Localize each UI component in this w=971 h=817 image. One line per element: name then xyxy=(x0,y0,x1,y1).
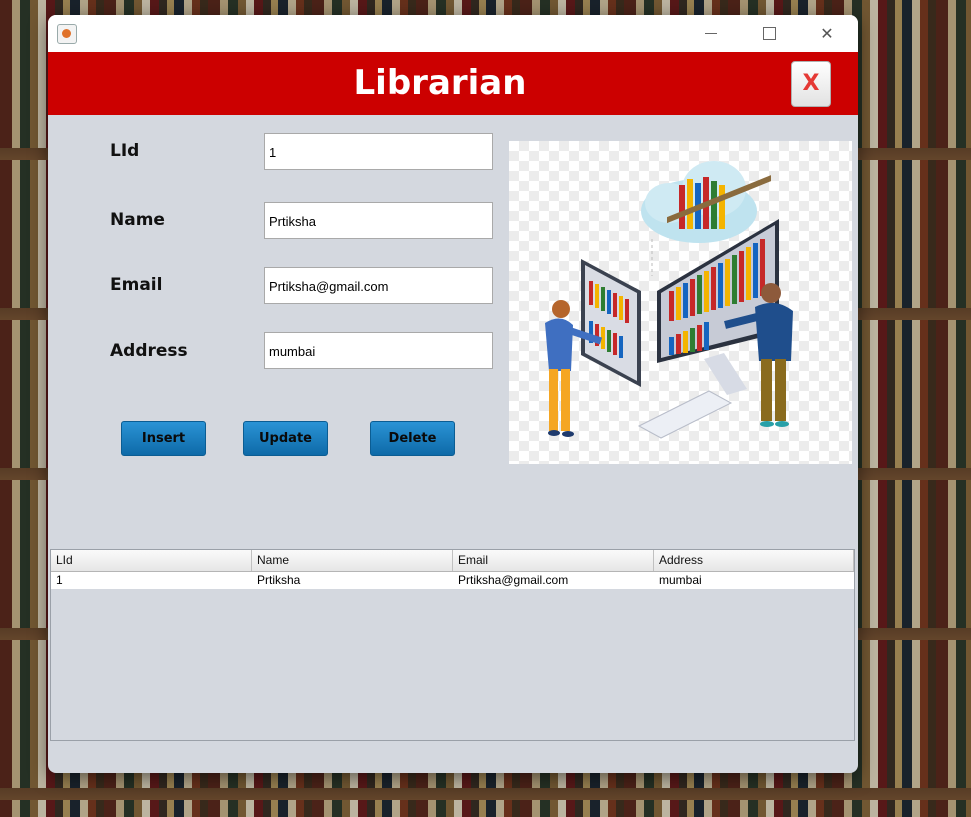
minimize-icon xyxy=(705,33,717,34)
lid-label: LId xyxy=(110,141,140,161)
table-cell-address: mumbai xyxy=(659,573,702,587)
delete-button[interactable]: Delete xyxy=(370,421,455,456)
table-header: LId Name Email Address xyxy=(51,550,854,572)
maximize-button[interactable] xyxy=(740,15,798,52)
maximize-icon xyxy=(762,27,776,40)
table-cell-email: Prtiksha@gmail.com xyxy=(458,573,569,587)
column-header-email[interactable]: Email xyxy=(453,550,654,571)
address-label: Address xyxy=(110,341,188,361)
lid-field[interactable]: 1 xyxy=(264,133,493,170)
library-illustration xyxy=(509,141,852,464)
name-field[interactable]: Prtiksha xyxy=(264,202,493,239)
library-illustration-graphic xyxy=(545,161,793,439)
librarian-table[interactable]: LId Name Email Address 1 Prtiksha Prtiks… xyxy=(50,549,855,741)
title-bar: ✕ xyxy=(48,15,858,52)
table-row[interactable]: 1 Prtiksha Prtiksha@gmail.com mumbai xyxy=(51,572,854,589)
close-icon: ✕ xyxy=(820,24,834,43)
address-field[interactable]: mumbai xyxy=(264,332,493,369)
window-close-button[interactable]: ✕ xyxy=(798,15,856,52)
table-cell-name: Prtiksha xyxy=(257,573,301,587)
email-label: Email xyxy=(110,275,163,295)
exit-button[interactable]: X xyxy=(791,61,831,107)
header-banner: Librarian X xyxy=(48,52,858,115)
email-field[interactable]: Prtiksha@gmail.com xyxy=(264,267,493,304)
page-title: Librarian xyxy=(353,63,527,103)
update-button[interactable]: Update xyxy=(243,421,328,456)
minimize-button[interactable] xyxy=(682,15,740,52)
librarian-window: ✕ Librarian X LId 1 Name Prtiksha Email … xyxy=(48,15,858,773)
column-header-address[interactable]: Address xyxy=(654,550,854,571)
column-header-name[interactable]: Name xyxy=(252,550,453,571)
insert-button[interactable]: Insert xyxy=(121,421,206,456)
column-header-lid[interactable]: LId xyxy=(51,550,252,571)
table-cell-lid: 1 xyxy=(56,573,63,587)
name-label: Name xyxy=(110,210,165,230)
java-icon[interactable] xyxy=(57,24,77,44)
